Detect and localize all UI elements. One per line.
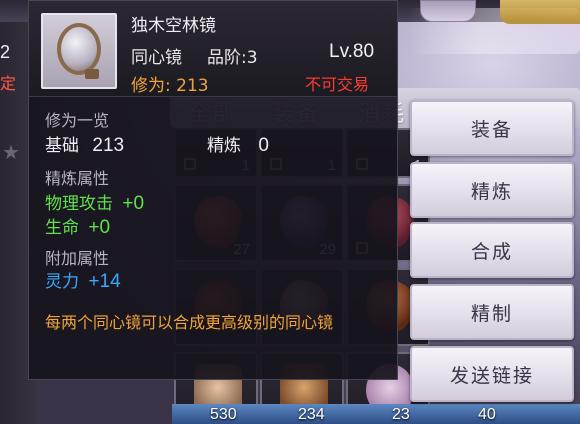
item-description: 每两个同心镜可以合成更高级别的同心镜	[45, 313, 334, 332]
item-tooltip: 独木空林镜 同心镜 品阶:3 Lv.80 修为: 213 不可交易 修为一览 基…	[28, 0, 398, 380]
item-cultivation: 修为: 213	[131, 76, 209, 96]
item-icon-frame	[41, 13, 117, 89]
mirror-handle	[85, 69, 99, 79]
base-label: 基础	[45, 136, 79, 156]
attr-value: +14	[88, 271, 121, 292]
base-value: 213	[92, 135, 125, 156]
send-link-button[interactable]: 发送链接	[410, 346, 574, 402]
extra-attributes-title: 附加属性	[45, 249, 110, 268]
attr-name: 生命	[45, 218, 79, 238]
craft-button[interactable]: 精制	[410, 284, 574, 340]
cultivation-overview-title: 修为一览	[45, 111, 110, 130]
attr-physical-attack: 物理攻击 +0	[45, 189, 144, 215]
equip-button[interactable]: 装备	[410, 100, 574, 156]
refine-cultivation-row: 精炼 0	[207, 131, 269, 157]
attr-hp: 生命 +0	[45, 213, 110, 239]
currency-icon[interactable]	[500, 0, 580, 24]
attr-value: +0	[122, 193, 145, 214]
bottom-count: 40	[478, 406, 496, 423]
left-panel-status: 定	[0, 74, 17, 93]
star-icon[interactable]: ★	[2, 140, 20, 164]
item-grade: 品阶:3	[207, 48, 258, 68]
bottom-count: 530	[210, 406, 237, 423]
attr-value: +0	[88, 217, 111, 238]
refine-label: 精炼	[207, 136, 241, 156]
left-panel-number: 2	[0, 42, 11, 62]
refine-value: 0	[258, 135, 269, 156]
top-menu-icon[interactable]	[420, 0, 476, 22]
combine-button[interactable]: 合成	[410, 222, 574, 278]
trade-status: 不可交易	[305, 75, 370, 94]
attr-spirit: 灵力 +14	[45, 267, 121, 293]
bottom-count: 23	[392, 406, 410, 423]
refine-attributes-title: 精炼属性	[45, 169, 110, 188]
refine-button[interactable]: 精炼	[410, 162, 574, 218]
item-type: 同心镜	[131, 48, 182, 68]
attr-name: 灵力	[45, 272, 79, 292]
bottom-count: 234	[298, 406, 325, 423]
item-level: Lv.80	[329, 41, 375, 62]
attr-name: 物理攻击	[45, 194, 113, 214]
mirror-icon	[57, 23, 101, 75]
item-name: 独木空林镜	[131, 16, 216, 36]
tooltip-header: 独木空林镜 同心镜 品阶:3 Lv.80 修为: 213 不可交易	[29, 1, 397, 97]
base-cultivation-row: 基础 213	[45, 131, 124, 157]
